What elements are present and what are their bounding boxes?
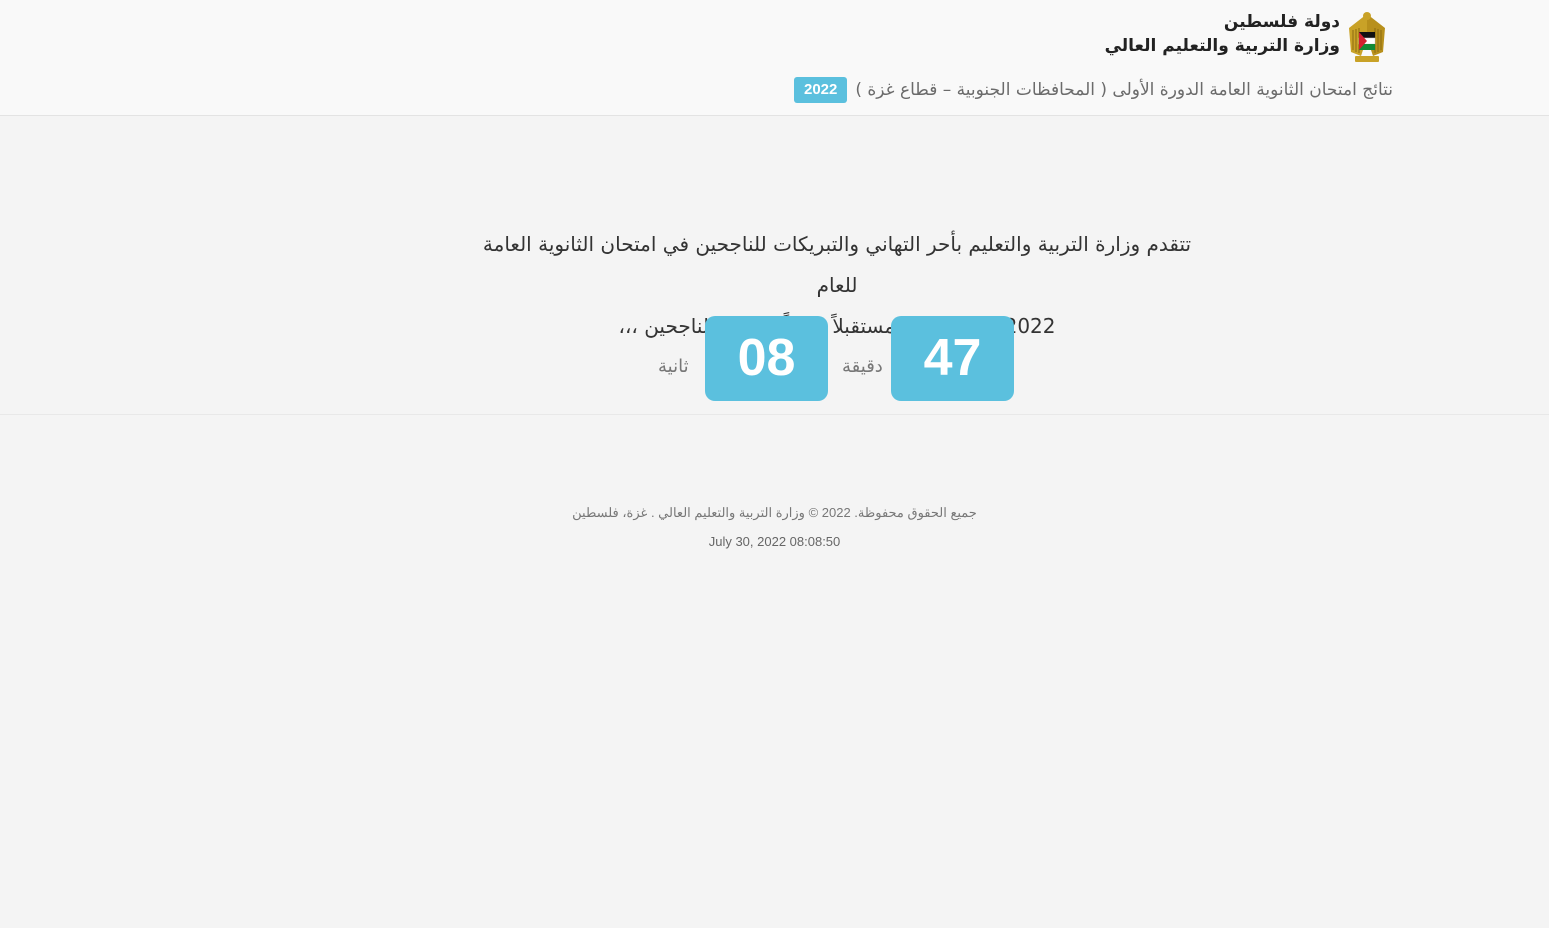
copyright-text: جميع الحقوق محفوظة. 2022 © وزارة التربية… [572,505,977,520]
site-footer: جميع الحقوق محفوظة. 2022 © وزارة التربية… [0,500,1549,549]
palestine-eagle-emblem-icon [1349,12,1385,62]
countdown-timer: 47 دقيقة 08 ثانية [0,316,1549,402]
site-header: دولة فلسطين وزارة التربية والتعليم العال… [0,0,1549,116]
results-title-row: نتائج امتحان الثانوية العامة الدورة الأو… [793,77,1393,103]
server-datetime: July 30, 2022 08:08:50 [708,534,841,549]
results-subtitle: نتائج امتحان الثانوية العامة الدورة الأو… [855,80,1393,100]
seconds-label: ثانية [658,356,689,377]
ministry-name: وزارة التربية والتعليم العالي [1104,36,1340,56]
state-name: دولة فلسطين [1223,12,1340,32]
minutes-counter: 47 [891,316,1014,401]
message-line-1: تتقدم وزارة التربية والتعليم بأحر التهان… [482,232,1192,297]
main-content: تتقدم وزارة التربية والتعليم بأحر التهان… [0,117,1549,415]
year-badge: 2022 [793,77,848,103]
seconds-counter: 08 [705,316,828,401]
minutes-label: دقيقة [842,356,883,377]
